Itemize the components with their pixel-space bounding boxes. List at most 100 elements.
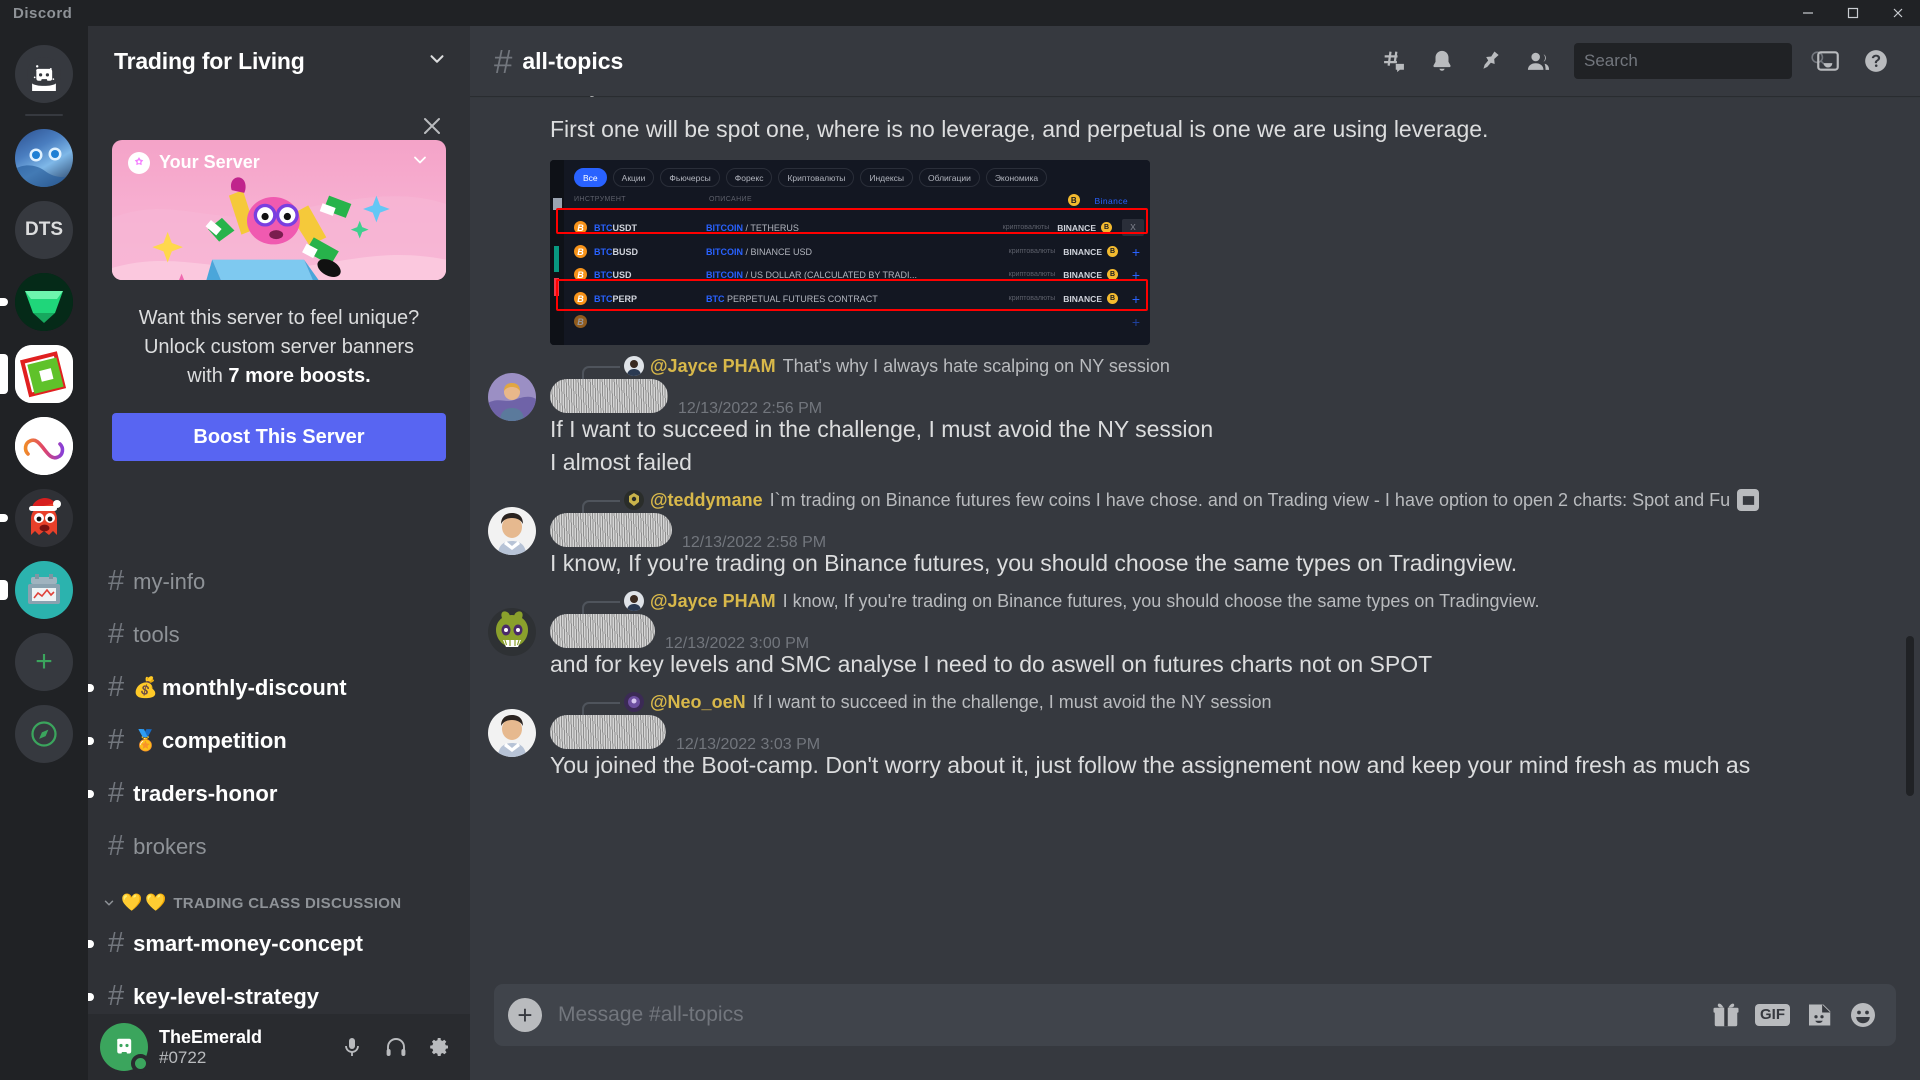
pin-icon[interactable] <box>1468 39 1512 83</box>
channel-scroll-area[interactable]: # my-info # tools # 💰 monthly-discount #… <box>88 96 470 1014</box>
chat-main: # all-topics Search First one will be sp… <box>470 26 1920 1080</box>
tv-tab-crypto[interactable]: Криптовалюты <box>778 168 855 187</box>
sidebar-item-traders-honor[interactable]: # traders-honor <box>88 768 460 819</box>
discord-home-button[interactable] <box>0 38 88 110</box>
avatar[interactable] <box>488 507 536 555</box>
tv-exchange: BINANCE <box>1063 269 1102 280</box>
avatar[interactable] <box>488 373 536 421</box>
hash-icon: # <box>108 671 125 703</box>
hash-icon: # <box>108 724 125 756</box>
sticker-icon[interactable] <box>1804 1000 1834 1030</box>
reply-reference[interactable]: @Jayce PHAM I know, If you're trading on… <box>576 588 1860 614</box>
members-icon[interactable] <box>1516 39 1560 83</box>
tradingview-symbol-search-screenshot[interactable]: Все Акции Фьючерсы Форекс Криптовалюты И… <box>550 160 1150 345</box>
tv-row-partial[interactable]: B + <box>574 310 1144 333</box>
message-input[interactable] <box>542 1003 1711 1027</box>
boost-line-3-prefix: with <box>187 365 229 387</box>
headphones-icon[interactable] <box>376 1027 416 1067</box>
guild-santa-ghost[interactable] <box>0 482 88 554</box>
message-scrollbar-track[interactable] <box>1906 166 1917 888</box>
category-trading-class-discussion[interactable]: 💛 💛 TRADING CLASS DISCUSSION <box>88 874 470 918</box>
reply-avatar <box>624 591 644 611</box>
upload-attachment-icon[interactable]: + <box>508 998 542 1032</box>
tv-exchange-filter[interactable]: Binance <box>1094 196 1128 206</box>
reply-author[interactable]: @Jayce PHAM <box>650 356 776 377</box>
tv-tab-futures[interactable]: Фьючерсы <box>660 168 720 187</box>
reply-author[interactable]: @teddymane <box>650 490 763 511</box>
emoji-icon[interactable] <box>1848 1000 1878 1030</box>
tv-add-icon[interactable]: + <box>1128 244 1144 260</box>
bell-icon[interactable] <box>1420 39 1464 83</box>
guild-dts[interactable]: DTS <box>0 194 88 266</box>
reply-author[interactable]: @Jayce PHAM <box>650 591 776 612</box>
unread-dot <box>88 683 94 692</box>
sidebar-item-smart-money-concept[interactable]: # smart-money-concept <box>88 918 460 969</box>
user-identity[interactable]: TheEmerald #0722 <box>159 1027 262 1067</box>
guild-anime[interactable] <box>0 122 88 194</box>
boost-this-server-button[interactable]: Boost This Server <box>112 413 446 461</box>
guild-emerald[interactable] <box>0 266 88 338</box>
tv-tab-economy[interactable]: Экономика <box>985 168 1048 187</box>
search-field[interactable] <box>1584 51 1805 71</box>
guild-green-square[interactable] <box>0 338 88 410</box>
window-titlebar: Discord <box>0 0 1920 26</box>
add-a-server-button[interactable]: + <box>0 626 88 698</box>
tv-tab-forex[interactable]: Форекс <box>725 168 773 187</box>
user-panel-buttons <box>332 1027 460 1067</box>
channel-label: monthly-discount <box>162 674 347 700</box>
sidebar-item-competition[interactable]: # 🏅 competition <box>88 715 460 766</box>
message-line: You joined the Boot-camp. Don't worry ab… <box>550 752 1751 778</box>
guild-trading-for-living[interactable] <box>0 554 88 626</box>
help-icon[interactable] <box>1854 39 1898 83</box>
hash-icon: # <box>108 927 125 959</box>
guild-dts-label: DTS <box>15 201 73 259</box>
tv-row-btcbusd[interactable]: B BTCBUSD BITCOIN / BINANCE USD криптова… <box>574 240 1144 263</box>
unread-dot <box>88 736 94 745</box>
guild-infinity[interactable] <box>0 410 88 482</box>
hash-icon: # <box>108 618 125 650</box>
tv-desc-prefix: BITCOIN <box>706 246 743 257</box>
explore-public-servers-button[interactable] <box>0 698 88 770</box>
message-1: @Jayce PHAM That's why I always hate sca… <box>470 349 1920 483</box>
message-scroll-area[interactable]: They are similar but not same. First one… <box>470 96 1920 984</box>
reply-reference[interactable]: @teddymane I`m trading on Binance future… <box>576 487 1860 513</box>
tv-add-icon[interactable]: + <box>1128 314 1144 330</box>
tv-tab-stocks[interactable]: Акции <box>612 168 655 187</box>
message-composer[interactable]: + GIF <box>494 984 1896 1046</box>
server-header-dropdown[interactable]: Trading for Living <box>88 26 470 96</box>
maximize-icon[interactable] <box>1830 0 1875 26</box>
rail-divider <box>25 114 63 116</box>
hash-icon: # <box>108 565 125 597</box>
minimize-icon[interactable] <box>1785 0 1830 26</box>
tv-tab-bonds[interactable]: Облигации <box>919 168 980 187</box>
gif-icon[interactable]: GIF <box>1755 1003 1790 1027</box>
avatar[interactable] <box>100 1023 150 1073</box>
threads-icon[interactable] <box>1372 39 1416 83</box>
sidebar-item-monthly-discount[interactable]: # 💰 monthly-discount <box>88 662 460 713</box>
avatar[interactable] <box>488 608 536 656</box>
search-input[interactable] <box>1574 43 1827 79</box>
sidebar-item-tools[interactable]: # tools <box>98 609 460 660</box>
tv-tab-indices[interactable]: Индексы <box>860 168 913 187</box>
avatar[interactable] <box>488 709 536 757</box>
reply-reference[interactable]: @Jayce PHAM That's why I always hate sca… <box>576 353 1860 379</box>
close-icon[interactable] <box>420 114 444 143</box>
chevron-down-icon <box>102 896 116 910</box>
username: TheEmerald <box>159 1026 263 1047</box>
gear-icon[interactable] <box>420 1027 460 1067</box>
tv-tab-all[interactable]: Все <box>574 168 607 187</box>
tv-symbol-suffix: BUSD <box>612 246 639 257</box>
message-scrollbar-thumb[interactable] <box>1906 636 1914 796</box>
close-icon[interactable] <box>1875 0 1920 26</box>
inbox-icon[interactable] <box>1806 39 1850 83</box>
chevron-down-icon[interactable] <box>410 150 430 175</box>
message-line: If I want to succeed in the challenge, I… <box>550 416 1214 442</box>
microphone-icon[interactable] <box>332 1027 372 1067</box>
red-highlight-box-2 <box>556 279 1148 311</box>
sidebar-item-my-info[interactable]: # my-info <box>98 556 460 607</box>
gift-icon[interactable] <box>1711 1000 1741 1030</box>
reply-reference[interactable]: @Neo_oeN If I want to succeed in the cha… <box>576 689 1860 715</box>
sidebar-item-brokers[interactable]: # brokers <box>98 821 460 872</box>
reply-author[interactable]: @Neo_oeN <box>650 692 746 713</box>
sidebar-item-key-level-strategy[interactable]: # key-level-strategy <box>88 971 460 1014</box>
